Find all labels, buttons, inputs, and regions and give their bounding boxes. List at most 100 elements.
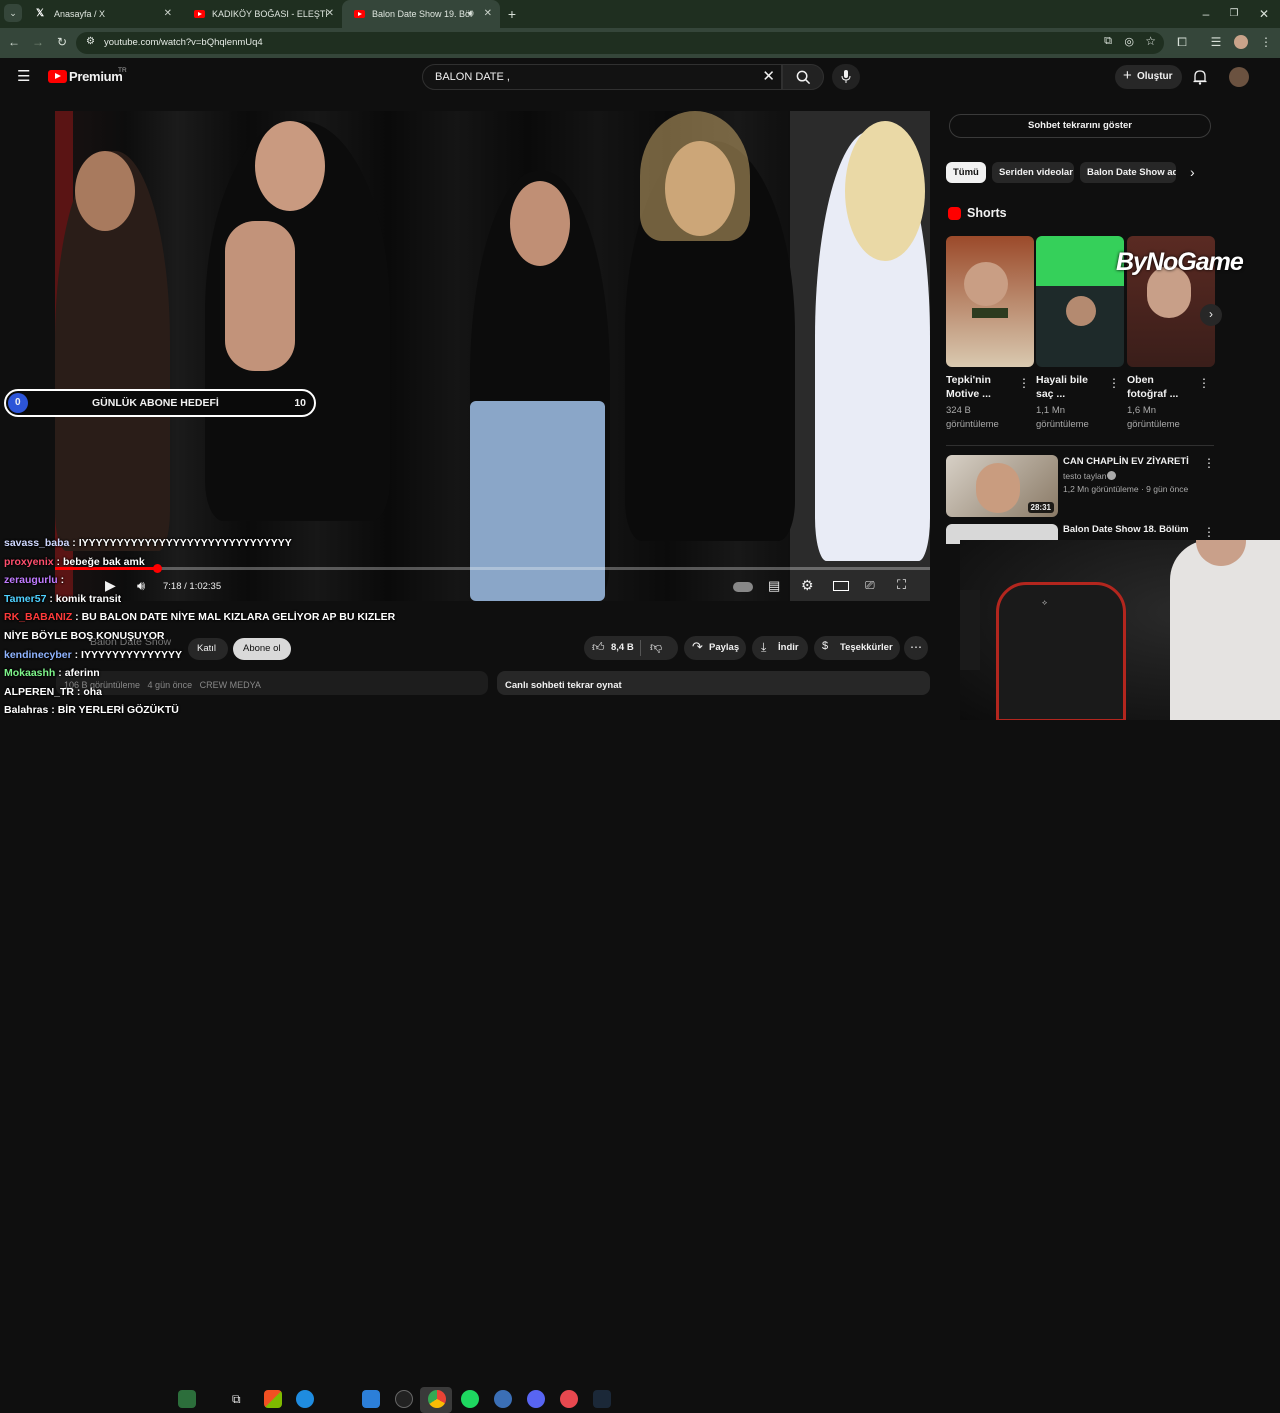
download-button[interactable]: ⤓ İndir xyxy=(752,636,808,660)
goal-start: 0 xyxy=(15,397,21,408)
create-button[interactable]: + Oluştur xyxy=(1115,65,1182,89)
chips-next-icon[interactable]: › xyxy=(1190,164,1195,180)
app-icon[interactable] xyxy=(494,1390,512,1408)
browser-menu-icon[interactable]: ⋮ xyxy=(1256,32,1276,52)
thanks-button[interactable]: $ Teşekkürler xyxy=(814,636,900,660)
short-more-icon[interactable]: ⋮ xyxy=(1198,376,1210,390)
chat-text: NİYE BÖYLE BOŞ KONUŞUYOR xyxy=(4,630,165,642)
chat-username[interactable]: savass_baba xyxy=(4,537,69,549)
chat-separator: : xyxy=(71,648,82,661)
chat-text: BU BALON DATE NİYE MAL KIZLARA GELİYOR A… xyxy=(81,611,396,624)
user-avatar[interactable] xyxy=(1229,67,1249,87)
chat-username[interactable]: proxyenix xyxy=(4,556,54,568)
reload-icon[interactable]: ↻ xyxy=(52,32,72,52)
speaker-icon[interactable]: 🔊︎ xyxy=(468,8,474,19)
steam-icon[interactable] xyxy=(593,1390,611,1408)
install-icon[interactable]: ⧉ xyxy=(1104,35,1112,48)
chat-separator: : xyxy=(69,537,79,549)
share-button[interactable]: ↷ Paylaş xyxy=(684,636,746,660)
new-tab-button[interactable]: + xyxy=(502,4,522,24)
settings-gear-icon[interactable]: ⚙ xyxy=(801,577,814,594)
chip-all[interactable]: Tümü xyxy=(946,162,986,183)
short-thumbnail-2[interactable] xyxy=(1036,236,1124,367)
shorts-next-button[interactable]: › xyxy=(1200,304,1222,326)
chat-username[interactable]: kendinecyber xyxy=(4,649,72,661)
chip-series[interactable]: Seriden videolar xyxy=(992,162,1074,183)
chat-replay-panel[interactable]: Canlı sohbeti tekrar oynat xyxy=(497,671,930,695)
thanks-icon: $ xyxy=(822,640,829,652)
extensions-icon[interactable]: ⧠ xyxy=(1172,32,1192,52)
task-view-icon[interactable]: ⧉ xyxy=(232,1392,241,1407)
jeans xyxy=(470,401,605,601)
bookmark-star-icon[interactable]: ☆ xyxy=(1145,34,1156,48)
autoplay-toggle[interactable] xyxy=(733,582,753,592)
dislike-icon[interactable]: 👎︎ xyxy=(650,640,662,655)
video-title-1[interactable]: CAN CHAPLİN EV ZİYARETİ xyxy=(1063,456,1203,467)
reading-list-icon[interactable]: ☰ xyxy=(1206,32,1226,52)
close-tab-icon[interactable]: ✕ xyxy=(484,8,492,19)
chat-username[interactable]: zeraugurlu xyxy=(4,574,58,586)
theater-mode-icon[interactable] xyxy=(833,581,849,591)
fullscreen-icon[interactable]: ⛶ xyxy=(897,577,906,593)
site-info-icon[interactable]: ⚙ xyxy=(86,36,95,47)
logo-text[interactable]: Premium xyxy=(69,69,123,84)
search-button[interactable] xyxy=(782,64,824,90)
shorts-heading: Shorts xyxy=(967,206,1007,220)
eye-off-icon[interactable]: ◎ xyxy=(1124,35,1134,48)
notifications-bell-icon[interactable] xyxy=(1193,69,1207,85)
copilot-icon[interactable] xyxy=(264,1390,282,1408)
outlook-icon[interactable] xyxy=(362,1390,380,1408)
youtube-logo-icon[interactable] xyxy=(48,70,67,83)
chat-username[interactable]: Mokaashh xyxy=(4,667,55,679)
chrome-icon[interactable] xyxy=(428,1390,446,1408)
more-actions-button[interactable]: ⋯ xyxy=(904,636,928,660)
cast-icon[interactable]: ⎚ xyxy=(865,578,875,593)
video-title-2[interactable]: Balon Date Show 18. Bölüm xyxy=(1063,524,1189,535)
download-label: İndir xyxy=(778,642,799,653)
chat-username[interactable]: RK_BABANIZ xyxy=(4,611,72,623)
video-thumbnail-1[interactable]: 28:31 xyxy=(946,455,1058,517)
short-title-3[interactable]: Oben fotoğraf ... xyxy=(1127,373,1197,401)
video-more-icon[interactable]: ⋮ xyxy=(1203,525,1215,539)
short-thumbnail-1[interactable] xyxy=(946,236,1034,367)
x-logo-icon: 𝕏 xyxy=(36,8,45,19)
spotify-icon[interactable] xyxy=(461,1390,479,1408)
video-more-icon[interactable]: ⋮ xyxy=(1203,456,1215,470)
forward-icon[interactable]: → xyxy=(28,32,48,52)
short-title-2[interactable]: Hayali bile saç ... xyxy=(1036,373,1106,401)
close-tab-icon[interactable]: ✕ xyxy=(326,8,334,19)
minimize-icon[interactable]: – xyxy=(1196,4,1216,24)
hamburger-menu-icon[interactable]: ☰ xyxy=(17,69,30,84)
url-bar[interactable]: ⚙ youtube.com/watch?v=bQhqlenmUq4 ⧉ ◎ ☆ xyxy=(76,32,1164,54)
short-face xyxy=(964,262,1008,306)
short-more-icon[interactable]: ⋮ xyxy=(1018,376,1030,390)
tab-kadikoy[interactable]: KADIKÖY BOĞASI - ELEŞTİREL F ✕ xyxy=(182,0,342,28)
short-title-1[interactable]: Tepki'nin Motive ... xyxy=(946,373,1016,401)
clear-search-icon[interactable]: ✕ xyxy=(762,67,775,85)
show-chat-replay-button[interactable]: Sohbet tekrarını göster xyxy=(949,114,1211,138)
obs-icon[interactable] xyxy=(560,1390,578,1408)
edge-icon[interactable] xyxy=(296,1390,314,1408)
close-tab-icon[interactable]: ✕ xyxy=(164,8,172,19)
discord-icon[interactable] xyxy=(527,1390,545,1408)
search-input[interactable]: BALON DATE , ✕ xyxy=(422,64,782,90)
restore-icon[interactable]: ❐ xyxy=(1224,4,1244,24)
short-more-icon[interactable]: ⋮ xyxy=(1108,376,1120,390)
widgets-icon[interactable] xyxy=(178,1390,196,1408)
subtitles-icon[interactable]: ▤ xyxy=(768,578,780,594)
chat-username[interactable]: Tamer57 xyxy=(4,593,46,605)
chip-label: Balon Date Show adlı xyxy=(1087,167,1176,178)
back-icon[interactable]: ← xyxy=(4,32,24,52)
browser-tab-bar: ⌄ 𝕏 Anasayfa / X ✕ KADIKÖY BOĞASI - ELEŞ… xyxy=(0,0,1280,28)
tab-balon-date[interactable]: Balon Date Show 19. Bölüm 🔊︎ ✕ xyxy=(342,0,500,28)
tab-x[interactable]: 𝕏 Anasayfa / X ✕ xyxy=(24,0,180,28)
video-channel-1[interactable]: testo taylan xyxy=(1063,471,1106,481)
voice-search-button[interactable] xyxy=(832,64,860,90)
profile-avatar[interactable] xyxy=(1234,35,1248,49)
close-window-icon[interactable]: ✕ xyxy=(1254,4,1274,24)
tab-search-button[interactable]: ⌄ xyxy=(4,4,22,22)
chip-channel[interactable]: Balon Date Show adlı xyxy=(1080,162,1176,183)
video-player[interactable]: ▶ 🔊︎ 7:18 / 1:02:35 ▤ ⚙ ⎚ ⛶ xyxy=(55,111,930,601)
like-icon[interactable]: 👍︎ xyxy=(592,640,605,655)
xbox-icon[interactable] xyxy=(395,1390,413,1408)
